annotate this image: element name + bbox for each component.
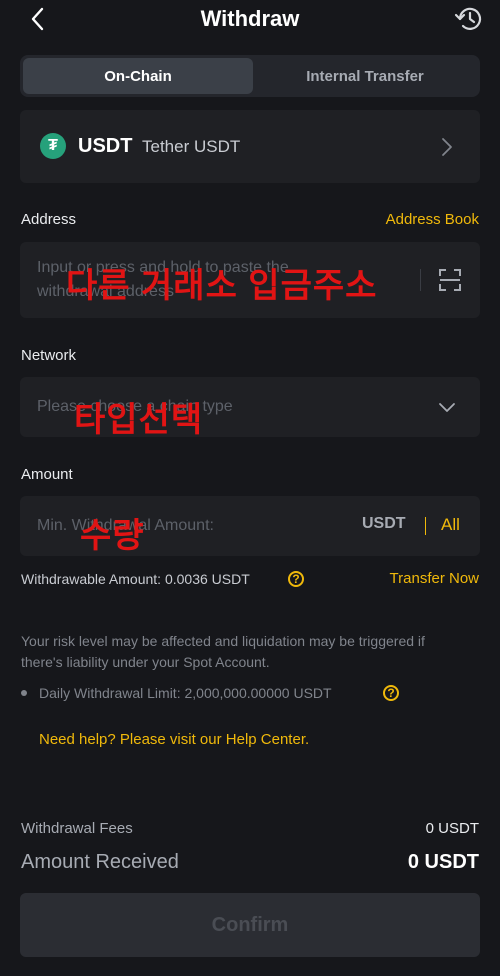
- coin-selector[interactable]: ₮ USDT Tether USDT: [20, 110, 480, 183]
- address-label: Address: [21, 211, 77, 228]
- divider: [420, 269, 421, 291]
- help-icon[interactable]: ?: [288, 571, 304, 587]
- amount-label: Amount: [21, 466, 73, 483]
- bullet-icon: [21, 690, 27, 696]
- risk-note-line1: Your risk level may be affected and liqu…: [21, 633, 425, 649]
- chevron-down-icon: [439, 403, 455, 412]
- address-overlay-text: 다른 거래소 입금주소: [66, 267, 378, 305]
- fees-value: 0 USDT: [425, 820, 479, 837]
- amount-unit: USDT: [362, 515, 406, 532]
- address-book-link[interactable]: Address Book: [386, 211, 479, 228]
- withdrawable-amount: Withdrawable Amount: 0.0036 USDT: [21, 571, 250, 587]
- tab-internal-transfer[interactable]: Internal Transfer: [253, 58, 477, 94]
- page-title: Withdraw: [200, 6, 300, 31]
- risk-note-line2: there's liability under your Spot Accoun…: [21, 654, 270, 670]
- help-center-link[interactable]: Need help? Please visit our Help Center.: [39, 731, 309, 748]
- divider: [425, 517, 426, 535]
- tether-icon: ₮: [40, 133, 66, 159]
- transfer-type-tabs: On-Chain Internal Transfer: [20, 55, 480, 97]
- coin-name: Tether USDT: [142, 137, 241, 156]
- amount-received-label: Amount Received: [21, 851, 179, 873]
- network-label: Network: [21, 347, 77, 364]
- all-button[interactable]: All: [441, 515, 460, 535]
- fees-label: Withdrawal Fees: [21, 820, 133, 837]
- coin-symbol: USDT: [78, 135, 133, 157]
- transfer-now-link[interactable]: Transfer Now: [390, 570, 479, 587]
- chevron-right-icon: [442, 138, 452, 156]
- history-icon[interactable]: [454, 5, 484, 33]
- help-icon[interactable]: ?: [383, 685, 399, 701]
- daily-limit: Daily Withdrawal Limit: 2,000,000.00000 …: [39, 685, 332, 701]
- scan-icon[interactable]: [438, 268, 462, 292]
- confirm-button[interactable]: Confirm: [20, 893, 480, 957]
- amount-received-value: 0 USDT: [407, 851, 479, 873]
- tab-on-chain[interactable]: On-Chain: [23, 58, 253, 94]
- amount-overlay-text: 수량: [80, 517, 145, 555]
- network-overlay-text: 타입선택: [74, 401, 204, 439]
